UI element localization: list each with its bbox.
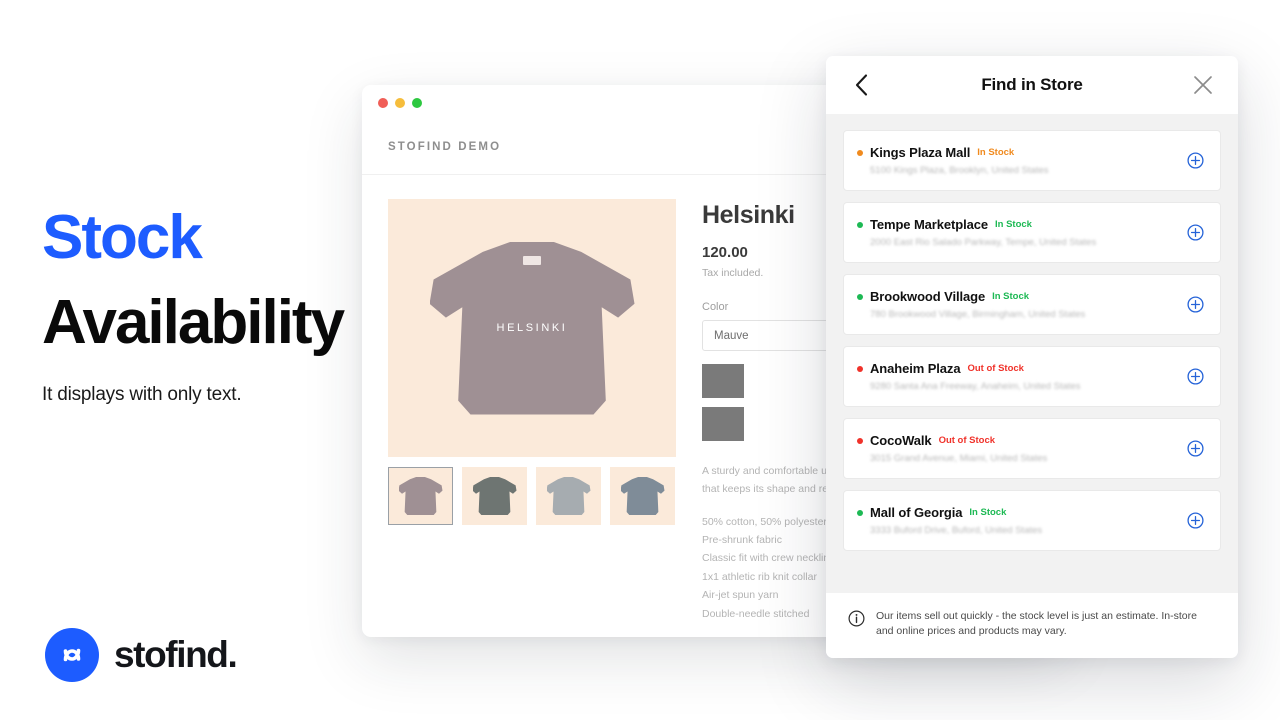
plus-circle-icon[interactable] (1187, 512, 1204, 529)
sweatshirt-graphic: HELSINKI (429, 241, 635, 415)
color-swatch[interactable] (702, 364, 744, 398)
store-list-item[interactable]: Anaheim Plaza Out of Stock 9280 Santa An… (843, 346, 1221, 407)
product-thumbnail-strip (388, 467, 676, 525)
window-maximize-icon[interactable] (412, 97, 422, 108)
store-name: Mall of Georgia (870, 505, 963, 520)
thumbnail-shirt-graphic (472, 477, 517, 515)
store-heading-row: Kings Plaza Mall In Stock (857, 145, 1187, 160)
brand-lockup: stofind. (45, 628, 238, 682)
modal-header: Find in Store (826, 56, 1238, 114)
store-heading-row: Brookwood Village In Stock (857, 289, 1187, 304)
product-hero-image[interactable]: HELSINKI (388, 199, 676, 457)
collar-tag-icon (523, 255, 541, 265)
status-dot-icon (857, 365, 863, 372)
store-list-item[interactable]: Mall of Georgia In Stock 3333 Buford Dri… (843, 490, 1221, 551)
store-address: 5100 Kings Plaza, Brooklyn, United State… (870, 165, 1049, 176)
store-info: Anaheim Plaza Out of Stock 9280 Santa An… (857, 361, 1187, 392)
disclaimer-text: Our items sell out quickly - the stock l… (876, 609, 1197, 638)
store-heading-row: Anaheim Plaza Out of Stock (857, 361, 1187, 376)
store-heading-row: Mall of Georgia In Stock (857, 505, 1187, 520)
close-icon[interactable] (1188, 70, 1218, 100)
status-dot-icon (857, 509, 863, 516)
status-badge: In Stock (969, 507, 1007, 518)
modal-title: Find in Store (981, 75, 1083, 94)
promo-screenshot-canvas: Stock Availability It displays with only… (0, 0, 1280, 720)
chevron-left-icon[interactable] (846, 70, 876, 100)
store-address: 9280 Santa Ana Freeway, Anaheim, United … (870, 381, 1081, 392)
product-gallery: HELSINKI (388, 199, 676, 637)
status-badge: In Stock (977, 147, 1015, 158)
store-address: 2000 East Rio Salado Parkway, Tempe, Uni… (870, 237, 1097, 248)
stofind-wave-logo-icon (45, 628, 99, 682)
store-name: Kings Plaza Mall (870, 145, 971, 160)
plus-circle-icon[interactable] (1187, 296, 1204, 313)
store-list-item[interactable]: Tempe Marketplace In Stock 2000 East Rio… (843, 202, 1221, 263)
info-circle-icon (848, 609, 865, 632)
status-dot-icon (857, 293, 863, 300)
color-swatch[interactable] (702, 407, 744, 441)
thumbnail-shirt-graphic (398, 477, 443, 515)
plus-circle-icon[interactable] (1187, 368, 1204, 385)
store-info: Kings Plaza Mall In Stock 5100 Kings Pla… (857, 145, 1187, 176)
store-list-item[interactable]: Brookwood Village In Stock 780 Brookwood… (843, 274, 1221, 335)
thumbnail-dark-gray[interactable] (462, 467, 527, 525)
sweatshirt-print-text: HELSINKI (496, 322, 568, 334)
store-name: Anaheim Plaza (870, 361, 961, 376)
thumbnail-light-gray[interactable] (536, 467, 601, 525)
store-address: 3333 Buford Drive, Buford, United States (870, 525, 1043, 536)
window-close-icon[interactable] (378, 97, 388, 108)
store-heading-row: CocoWalk Out of Stock (857, 433, 1187, 448)
store-info: Brookwood Village In Stock 780 Brookwood… (857, 289, 1187, 320)
plus-circle-icon[interactable] (1187, 152, 1204, 169)
plus-circle-icon[interactable] (1187, 440, 1204, 457)
status-dot-icon (857, 437, 863, 444)
status-badge: Out of Stock (967, 363, 1024, 374)
store-list-item[interactable]: CocoWalk Out of Stock 3015 Grand Avenue,… (843, 418, 1221, 479)
store-address: 780 Brookwood Village, Birmingham, Unite… (870, 309, 1086, 320)
status-dot-icon (857, 221, 863, 228)
store-info: Mall of Georgia In Stock 3333 Buford Dri… (857, 505, 1187, 536)
modal-footer-disclaimer: Our items sell out quickly - the stock l… (826, 592, 1238, 658)
store-address: 3015 Grand Avenue, Miami, United States (870, 453, 1048, 464)
store-name: CocoWalk (870, 433, 932, 448)
thumbnail-blue-gray[interactable] (610, 467, 675, 525)
site-logo[interactable]: STOFIND DEMO (388, 141, 501, 153)
brand-name: stofind. (114, 634, 238, 675)
status-dot-icon (857, 149, 863, 156)
store-name: Brookwood Village (870, 289, 986, 304)
status-badge: In Stock (992, 291, 1030, 302)
status-badge: Out of Stock (938, 435, 996, 446)
store-heading-row: Tempe Marketplace In Stock (857, 217, 1187, 232)
thumbnail-shirt-graphic (620, 477, 665, 515)
status-badge: In Stock (995, 219, 1032, 230)
window-minimize-icon[interactable] (395, 97, 405, 108)
store-list-item[interactable]: Kings Plaza Mall In Stock 5100 Kings Pla… (843, 130, 1221, 191)
thumbnail-mauve[interactable] (388, 467, 453, 525)
store-info: Tempe Marketplace In Stock 2000 East Rio… (857, 217, 1187, 248)
store-name: Tempe Marketplace (870, 217, 988, 232)
plus-circle-icon[interactable] (1187, 224, 1204, 241)
find-in-store-modal: Find in Store Kings Plaza Mall In Stock … (826, 56, 1238, 658)
store-info: CocoWalk Out of Stock 3015 Grand Avenue,… (857, 433, 1187, 464)
store-list[interactable]: Kings Plaza Mall In Stock 5100 Kings Pla… (826, 114, 1238, 593)
thumbnail-shirt-graphic (546, 477, 591, 515)
